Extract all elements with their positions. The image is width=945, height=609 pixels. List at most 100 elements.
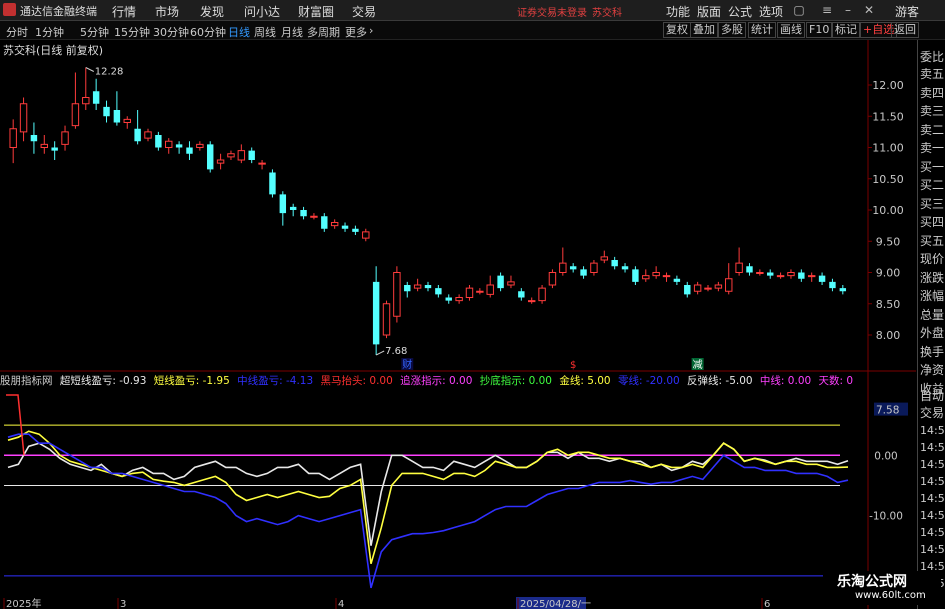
app-title: 通达信金融终端 [20,5,97,18]
side-field-label: 买二 [920,178,945,192]
side-header[interactable]: 委比 [920,48,945,65]
app-logo-icon [3,3,16,16]
candle-body [497,275,504,289]
candle-body [746,266,753,273]
candle-body [362,231,370,239]
user-label[interactable]: 游客 [895,3,919,20]
candle-body [642,275,650,280]
indicator-axis-label: 0.00 [874,450,897,462]
tab-15min[interactable]: 15分钟 [114,24,150,40]
menu-trade[interactable]: 交易 [352,3,376,20]
menu-quotes[interactable]: 行情 [112,3,136,20]
menu-wealth[interactable]: 财富圈 [298,3,334,20]
adjust-button[interactable]: 复权 [663,22,691,38]
indicator-axis-label: 7.58 [876,405,899,417]
candle-body [9,128,17,148]
menu-icon[interactable]: ≡ [818,1,836,19]
candle-body [61,131,69,145]
candle-body [279,194,287,214]
side-trade-label[interactable]: 自动 [920,387,945,404]
mark-button[interactable]: 标记 [832,22,860,38]
candle-body [725,278,733,292]
indicator-axis-label: -10.00 [869,511,903,523]
title-bar: 通达信金融终端 行情 市场 发现 问小达 财富圈 交易 证券交易未登录 苏交科 … [0,0,945,21]
candle-body [165,140,173,148]
close-icon[interactable]: ✕ [860,1,878,19]
candle-body [693,284,702,292]
candle-body [435,288,442,295]
menu-formula[interactable]: 公式 [728,3,752,20]
overlay-button[interactable]: 叠加 [690,22,718,38]
tab-5min[interactable]: 5分钟 [80,24,109,40]
tab-30min[interactable]: 30分钟 [153,24,189,40]
stats-button[interactable]: 统计 [748,22,776,38]
tab-1min[interactable]: 1分钟 [35,24,64,40]
indicator-series-line [7,433,849,589]
side-field-label: 换手 [920,344,945,359]
multi-stock-button[interactable]: 多股 [718,22,746,38]
low-marker-line [375,350,385,356]
login-warning[interactable]: 证券交易未登录 [517,4,587,19]
candle-body [134,128,141,142]
menu-layout[interactable]: 版面 [697,3,721,20]
candle-body [590,262,598,273]
candle-body [704,287,712,290]
price-axis-label: 11.50 [872,110,904,123]
chart-canvas[interactable]: 12.00 11.50 11.00 10.50 10.00 9.50 9.00 8.50 8.0… [0,40,945,609]
tab-more[interactable]: 更多 [345,24,367,40]
side-time-label: 14:56 [920,475,945,488]
candle-body [341,225,349,229]
menu-discover[interactable]: 发现 [200,3,224,20]
candle-body [352,228,359,232]
price-axis-label: 12.00 [872,79,904,92]
candle-body [767,272,774,276]
indicator-value: 反弹线: -5.00 [687,375,753,387]
tab-monthly[interactable]: 月线 [281,24,303,40]
candle-body [807,275,816,278]
tab-daily[interactable]: 日线 [228,24,250,40]
side-trade-label[interactable]: 交易 [920,404,945,421]
back-button[interactable]: 返回 [891,22,919,38]
indicator-series-line [7,430,849,565]
skin-icon[interactable]: ▢ [790,1,808,19]
candle-body [19,103,28,133]
minimize-icon[interactable]: – [839,1,857,19]
candle-body [155,135,162,148]
candle-body [372,281,380,345]
menu-ask[interactable]: 问小达 [244,3,280,20]
event-tag: 减 [693,359,703,371]
high-marker-label: 12.28 [95,67,124,78]
candle-body [113,110,121,123]
side-time-label: 14:56 [920,526,945,539]
candle-body [673,278,681,282]
candle-body [144,131,152,139]
candle-body [527,300,536,303]
candle-body [600,256,609,261]
candle-body [404,285,411,292]
menu-market[interactable]: 市场 [155,3,179,20]
indicator-value: 金线: 5.00 [559,375,611,387]
menu-options[interactable]: 选项 [759,3,783,20]
candle-body [735,262,743,273]
tab-multi-period[interactable]: 多周期 [307,24,340,40]
candle-body [196,143,204,148]
candle-body [207,144,214,170]
tab-timeshare[interactable]: 分时 [6,24,28,40]
side-field-label: 买五 [920,233,945,248]
f10-button[interactable]: F10 [806,22,833,38]
candle-body [186,147,193,154]
candle-body [330,222,339,227]
side-field-label: 净资 [920,363,945,377]
indicator-name[interactable]: 股朋指标网 [0,375,53,387]
menu-function[interactable]: 功能 [666,3,690,20]
chevron-right-icon[interactable]: › [369,24,373,37]
candle-body [787,272,795,277]
candle-body [507,281,515,286]
tab-weekly[interactable]: 周线 [254,24,276,40]
draw-line-button[interactable]: 画线 [777,22,805,38]
chart-area[interactable]: 12.00 11.50 11.00 10.50 10.00 9.50 9.00 8.50 8.0… [0,40,945,609]
tab-60min[interactable]: 60分钟 [190,24,226,40]
side-field-label: 卖二 [920,122,945,137]
candle-body [413,284,422,289]
price-axis-label: 8.00 [876,329,901,342]
